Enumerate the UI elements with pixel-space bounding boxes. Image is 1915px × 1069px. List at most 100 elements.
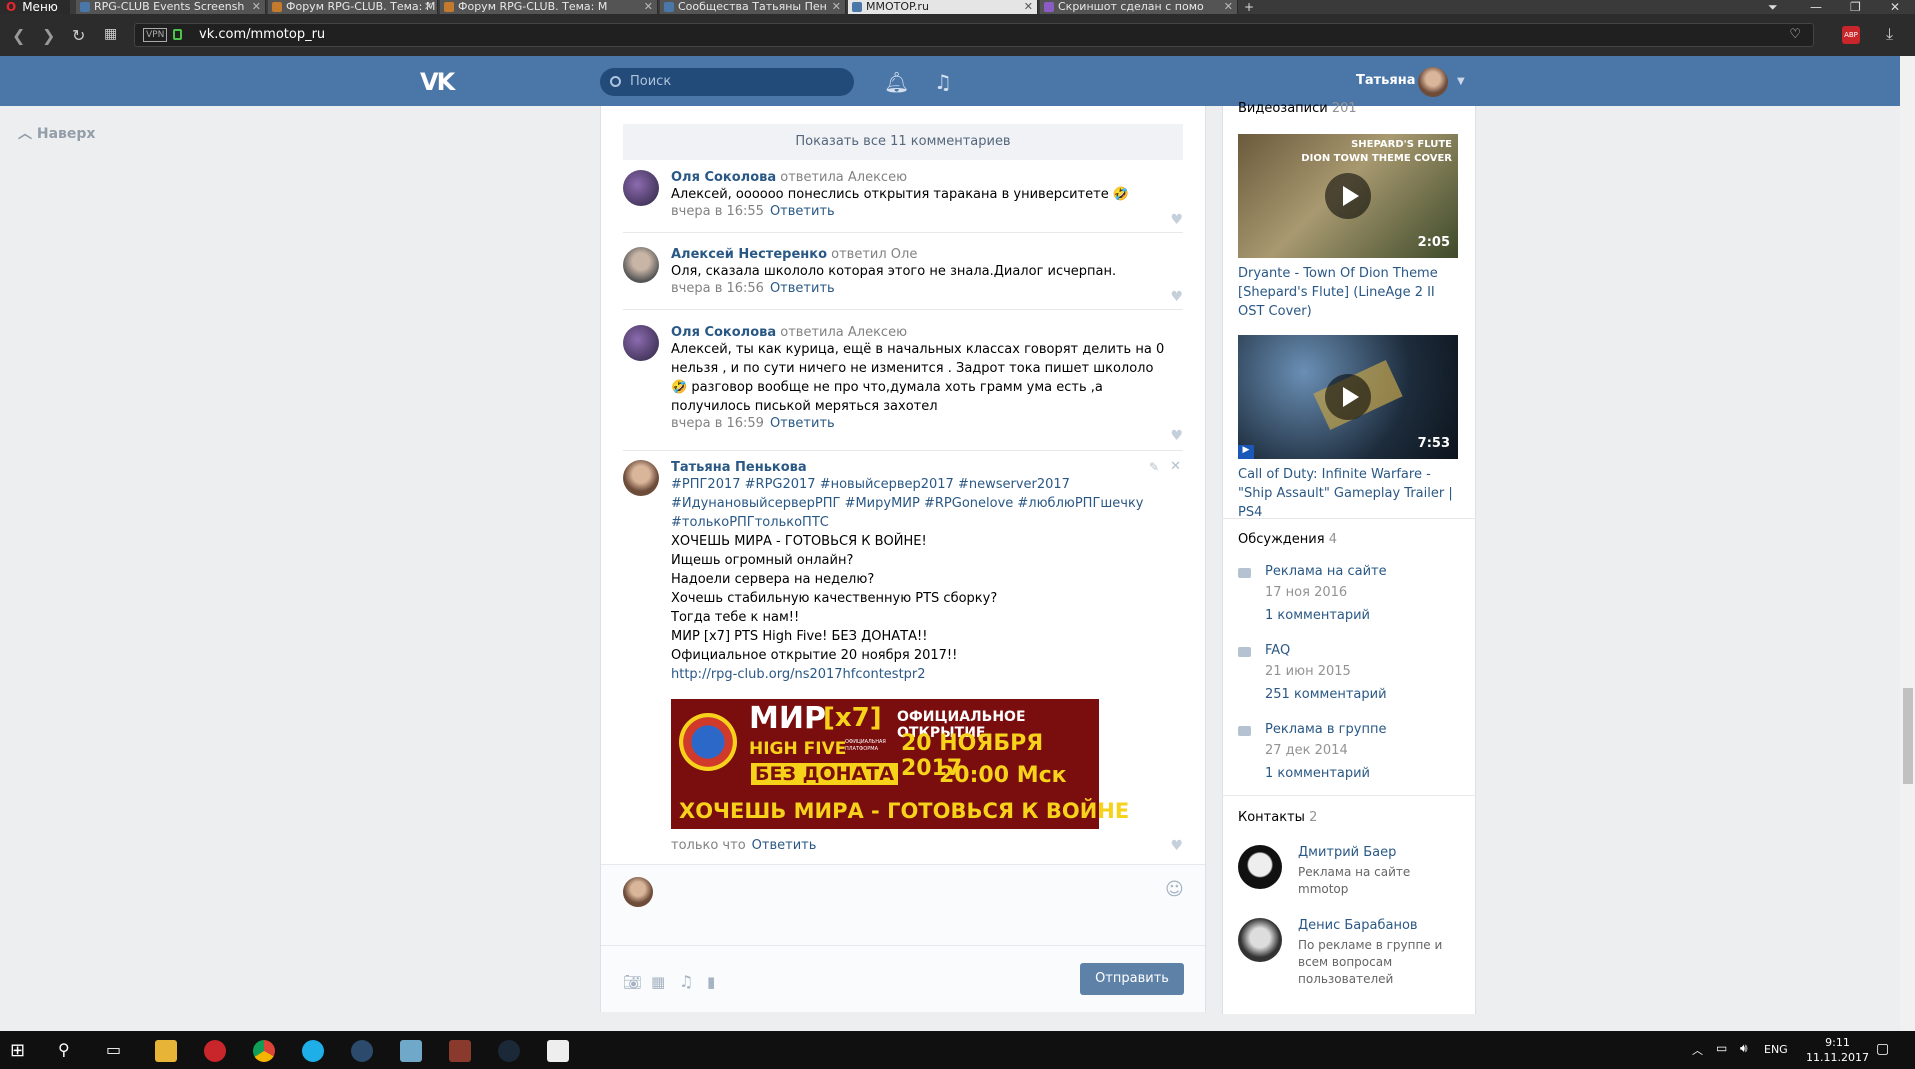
discussion-comments[interactable]: 251 комментарий bbox=[1265, 687, 1387, 702]
reply-link[interactable]: Ответить bbox=[770, 416, 835, 431]
forward-icon[interactable]: ❯ bbox=[42, 26, 55, 45]
video-icon[interactable]: ▦ bbox=[651, 973, 665, 991]
vpn-badge[interactable]: VPN bbox=[143, 28, 168, 42]
tab-close-icon[interactable]: ✕ bbox=[644, 0, 653, 14]
hashtags[interactable]: #ИдунановыйсерверРПГ #МируМИР #RPGonelov… bbox=[671, 494, 1167, 513]
discussions-header[interactable]: Обсуждения 4 bbox=[1238, 532, 1337, 547]
reply-link[interactable]: Ответить bbox=[752, 838, 817, 853]
user-avatar[interactable] bbox=[1418, 67, 1448, 97]
delete-close-icon[interactable]: ✕ bbox=[1170, 459, 1181, 474]
emoji-smile-icon[interactable]: ☺ bbox=[1165, 879, 1184, 900]
close-window-icon[interactable]: ✕ bbox=[1890, 0, 1900, 14]
edit-pencil-icon[interactable]: ✎ bbox=[1149, 460, 1159, 474]
videos-header[interactable]: Видеозаписи 201 bbox=[1238, 101, 1357, 116]
search-icon[interactable]: ⚲ bbox=[58, 1040, 70, 1059]
comment-date[interactable]: вчера в 16:55 bbox=[671, 204, 764, 219]
video-title[interactable]: Dryante - Town Of Dion Theme [Shepard's … bbox=[1238, 264, 1458, 321]
play-icon[interactable] bbox=[1325, 173, 1371, 219]
comment-date[interactable]: только что bbox=[671, 838, 746, 853]
hashtags[interactable]: #РПГ2017 #RPG2017 #новыйсервер2017 #news… bbox=[671, 475, 1167, 494]
play-icon[interactable] bbox=[1325, 374, 1371, 420]
browser-tab[interactable]: Сообщества Татьяны Пен ✕ bbox=[660, 0, 846, 14]
download-icon[interactable]: ⤓ bbox=[1886, 24, 1893, 44]
comment-date[interactable]: вчера в 16:56 bbox=[671, 281, 764, 296]
skype-icon[interactable] bbox=[302, 1040, 324, 1062]
browser-tab[interactable]: Форум RPG-CLUB. Тема: М ✕ bbox=[268, 0, 438, 14]
bookmark-heart-icon[interactable]: ♡ bbox=[1789, 24, 1801, 46]
notifications-bell-icon[interactable]: 🔔︎ bbox=[884, 70, 909, 94]
app-icon[interactable] bbox=[400, 1040, 422, 1062]
contact-name[interactable]: Денис Барабанов bbox=[1298, 918, 1418, 933]
back-icon[interactable]: ❮ bbox=[12, 26, 25, 45]
user-name[interactable]: Татьяна bbox=[1356, 73, 1416, 88]
scroll-up-link[interactable]: ︿ Наверх bbox=[18, 123, 95, 143]
tab-close-icon[interactable]: ✕ bbox=[252, 0, 261, 14]
comment-input[interactable] bbox=[663, 873, 1163, 953]
app-icon[interactable] bbox=[351, 1040, 373, 1062]
post-link[interactable]: http://rpg-club.org/ns2017hfcontestpr2 bbox=[671, 665, 1167, 684]
windows-start-icon[interactable]: ⊞ bbox=[10, 1040, 25, 1061]
comment-author[interactable]: Татьяна Пенькова bbox=[671, 460, 807, 475]
avatar[interactable] bbox=[1238, 845, 1282, 889]
like-heart-icon[interactable]: ♥ bbox=[1170, 838, 1183, 854]
scrollbar-thumb[interactable] bbox=[1903, 688, 1913, 784]
like-heart-icon[interactable]: ♥ bbox=[1170, 212, 1183, 228]
vk-logo-icon[interactable]: VK bbox=[420, 68, 455, 96]
reload-icon[interactable]: ↻ bbox=[72, 26, 85, 45]
clapperboard-icon[interactable] bbox=[547, 1040, 569, 1062]
page-scrollbar[interactable] bbox=[1900, 56, 1915, 1031]
contacts-header[interactable]: Контакты 2 bbox=[1238, 810, 1317, 825]
video-thumbnail[interactable]: SHEPARD'S FLUTE DION TOWN THEME COVER 2:0… bbox=[1238, 134, 1458, 258]
adblock-icon[interactable]: ABP bbox=[1842, 26, 1860, 44]
new-tab-button[interactable]: + bbox=[1244, 0, 1254, 14]
discussion-title[interactable]: Реклама на сайте bbox=[1265, 564, 1387, 579]
browser-tab[interactable]: Скриншот сделан с помо ✕ bbox=[1040, 0, 1238, 14]
chrome-icon[interactable] bbox=[253, 1040, 275, 1062]
browser-tab-active[interactable]: MMOTOP.ru ✕ bbox=[848, 0, 1038, 14]
video-thumbnail[interactable]: ▶ 7:53 bbox=[1238, 335, 1458, 459]
file-explorer-icon[interactable] bbox=[155, 1040, 177, 1062]
like-heart-icon[interactable]: ♥ bbox=[1170, 428, 1183, 444]
discussion-comments[interactable]: 1 комментарий bbox=[1265, 766, 1370, 781]
opera-menu-button[interactable]: O Меню bbox=[0, 0, 70, 14]
avatar[interactable] bbox=[1238, 918, 1282, 962]
minimize-icon[interactable]: — bbox=[1810, 0, 1822, 14]
show-all-comments-button[interactable]: Показать все 11 комментариев bbox=[623, 124, 1183, 160]
comment-author[interactable]: Оля Соколова bbox=[671, 325, 776, 340]
comment-reply-to[interactable]: ответил Оле bbox=[831, 247, 917, 262]
discussion-title[interactable]: Реклама в группе bbox=[1265, 722, 1386, 737]
chevron-down-icon[interactable]: ▼ bbox=[1457, 76, 1465, 87]
comment-reply-to[interactable]: ответила Алексею bbox=[780, 325, 907, 340]
speed-dial-icon[interactable]: ▦ bbox=[104, 26, 117, 42]
audio-icon[interactable]: ♫ bbox=[679, 972, 693, 991]
language-indicator[interactable]: ENG bbox=[1764, 1043, 1788, 1056]
like-heart-icon[interactable]: ♥ bbox=[1170, 289, 1183, 305]
browser-tab[interactable]: Форум RPG-CLUB. Тема: М ✕ bbox=[440, 0, 658, 14]
comment-author[interactable]: Алексей Нестеренко bbox=[671, 247, 827, 262]
send-button[interactable]: Отправить bbox=[1080, 963, 1184, 995]
avatar[interactable] bbox=[623, 460, 659, 496]
restore-icon[interactable]: ❐ bbox=[1850, 0, 1861, 14]
avatar[interactable] bbox=[623, 170, 659, 206]
volume-icon[interactable]: 🔊︎ bbox=[1740, 1041, 1748, 1056]
tab-close-icon[interactable]: ✕ bbox=[424, 0, 433, 14]
clock[interactable]: 9:11 11.11.2017 bbox=[1806, 1035, 1869, 1065]
comment-reply-to[interactable]: ответила Алексею bbox=[780, 170, 907, 185]
task-view-icon[interactable]: ▭ bbox=[106, 1040, 121, 1059]
game-launcher-icon[interactable] bbox=[449, 1040, 471, 1062]
browser-tab[interactable]: RPG-CLUB Events Screensh ✕ bbox=[76, 0, 266, 14]
tab-menu-icon[interactable]: ⏷ bbox=[1768, 0, 1778, 14]
url-input[interactable]: VPN vk.com/mmotop_ru ♡ bbox=[134, 23, 1814, 47]
comment-author[interactable]: Оля Соколова bbox=[671, 170, 776, 185]
document-icon[interactable]: ▮ bbox=[707, 973, 715, 991]
hashtags[interactable]: #толькоРПГтолькоПТС bbox=[671, 513, 1167, 532]
discussion-comments[interactable]: 1 комментарий bbox=[1265, 608, 1370, 623]
search-input[interactable]: Поиск bbox=[600, 68, 854, 96]
reply-link[interactable]: Ответить bbox=[770, 281, 835, 296]
music-icon[interactable]: ♫ bbox=[934, 70, 952, 94]
discussion-title[interactable]: FAQ bbox=[1265, 643, 1290, 658]
avatar[interactable] bbox=[623, 247, 659, 283]
tab-close-icon[interactable]: ✕ bbox=[1224, 0, 1233, 14]
notifications-icon[interactable]: ▢ bbox=[1876, 1041, 1889, 1057]
tab-close-icon[interactable]: ✕ bbox=[832, 0, 841, 14]
